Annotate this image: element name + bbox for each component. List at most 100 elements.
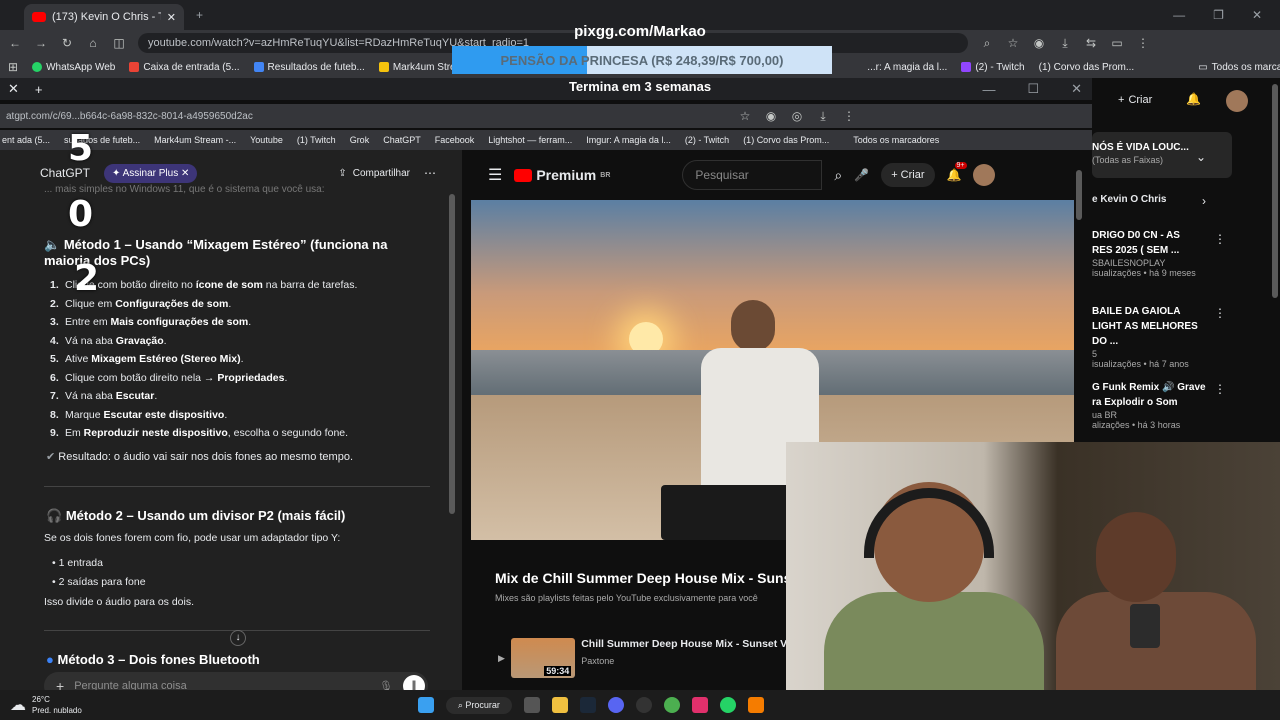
bookmark-mark4um[interactable]: Mark4um Stream -... (154, 135, 236, 145)
bookmark-corvo[interactable]: (1) Corvo das Prom... (743, 135, 829, 145)
mix-title[interactable]: Mix de Chill Summer Deep House Mix - Sun… (495, 570, 804, 586)
reload-icon[interactable]: ↻ (60, 36, 74, 50)
minimize-icon[interactable]: — (1173, 8, 1185, 22)
url-field[interactable]: atgpt.com/c/69...b664c-6a98-832c-8014-a4… (6, 111, 726, 122)
bookmark-chatgpt[interactable]: ChatGPT (383, 135, 421, 145)
chat-scrollbar[interactable] (449, 194, 455, 514)
apps-icon[interactable]: ⊞ (8, 60, 18, 74)
playlist-item[interactable]: ▶ 59:34 Chill Summer Deep House Mix - Su… (498, 638, 808, 678)
more-options-icon[interactable]: ⋯ (424, 166, 436, 180)
maximize-icon[interactable]: ☐ (1027, 81, 1039, 97)
window-close-icon[interactable]: ✕ (8, 81, 19, 97)
task-view-icon[interactable] (523, 697, 540, 713)
close-icon[interactable]: ✕ (167, 11, 176, 24)
bookmark-imgur[interactable]: Imgur: A magia da l... (586, 135, 671, 145)
avatar[interactable] (973, 164, 996, 186)
bookmark-twitch[interactable]: (1) Twitch (297, 135, 336, 145)
outer-scrollbar[interactable] (1272, 84, 1278, 298)
scroll-down-icon[interactable]: ↓ (230, 630, 246, 646)
bookmark-corvo[interactable]: (1) Corvo das Prom... (1039, 62, 1135, 73)
steam-icon[interactable] (579, 697, 596, 713)
back-icon[interactable]: ← (8, 36, 22, 50)
bookmark-all[interactable]: ▭Todos os marcadores (1198, 62, 1280, 73)
streamer-person (824, 482, 1044, 690)
taskbar-search[interactable]: ⌕ Procurar (445, 696, 512, 714)
youtube-logo[interactable]: Premium BR (514, 167, 610, 183)
maximize-icon[interactable]: ❐ (1213, 8, 1224, 22)
new-tab-icon[interactable]: + (35, 82, 43, 97)
extension-icon[interactable]: ◉ (1032, 36, 1046, 50)
instagram-icon[interactable] (691, 697, 708, 713)
inner-bookmarks-bar: ent ada (5... sultados de futeb... Mark4… (0, 130, 1092, 150)
cast-icon[interactable]: ▭ (1110, 36, 1124, 50)
app-icon[interactable] (635, 697, 652, 713)
create-button[interactable]: + Criar (1118, 94, 1152, 106)
create-button[interactable]: + Criar (881, 163, 935, 187)
chip-kevin[interactable]: e Kevin O Chris (1092, 194, 1166, 205)
related-video[interactable]: G Funk Remix 🔊 Grave ra Explodir o Som u… (1092, 380, 1212, 430)
bookmark-twitch-2[interactable]: (2) - Twitch (685, 135, 729, 145)
bookmark-whatsapp[interactable]: WhatsApp Web (32, 62, 115, 73)
window-close-icon[interactable]: ✕ (1071, 81, 1082, 97)
bookmark-futebol[interactable]: Resultados de futeb... (253, 62, 365, 73)
related-video[interactable]: BAILE DA GAIOLA LIGHT AS MELHORES DO ...… (1092, 304, 1202, 369)
forward-icon[interactable]: → (34, 36, 48, 50)
bookmark-all[interactable]: Todos os marcadores (853, 135, 939, 145)
extension-icon[interactable]: ◉ (764, 109, 778, 123)
download-icon[interactable]: ⤓ (1058, 36, 1072, 51)
more-options-icon[interactable]: ⋮ (1214, 382, 1226, 396)
whatsapp-icon[interactable] (719, 697, 736, 713)
list-item: 7. Vá na aba Escutar. (50, 390, 158, 402)
goal-countdown: Termina em 3 semanas (568, 79, 712, 94)
discord-icon[interactable] (607, 697, 624, 713)
bookmark-twitch[interactable]: (2) - Twitch (961, 62, 1025, 73)
weather-widget[interactable]: ☁ 26°C Pred. nublado (10, 694, 82, 716)
download-icon[interactable]: ⤓ (816, 109, 830, 124)
browser-tab[interactable]: (173) Kevin O Chris - Tamborzã ✕ (24, 4, 184, 30)
bookmark-lightshot[interactable]: Lightshot — ferram... (488, 135, 572, 145)
bookmark-gmail[interactable]: ent ada (5... (2, 135, 50, 145)
hamburger-menu-icon[interactable]: ☰ (488, 165, 502, 185)
chrome-icon[interactable] (663, 697, 680, 713)
chevron-right-icon[interactable]: › (1202, 194, 1206, 208)
more-options-icon[interactable]: ⋮ (1214, 306, 1226, 320)
extension-icon[interactable]: ◎ (790, 109, 804, 123)
windows-start-icon[interactable] (417, 697, 434, 713)
minimize-icon[interactable]: — (982, 82, 995, 97)
youtube-scrollbar[interactable] (1076, 170, 1082, 220)
star-icon[interactable]: ☆ (1006, 36, 1020, 50)
bookmark-gmail[interactable]: Caixa de entrada (5... (129, 62, 240, 73)
microphone-icon[interactable]: 🎤 (854, 168, 869, 182)
headset (864, 488, 994, 558)
file-explorer-icon[interactable] (551, 697, 568, 713)
assinar-plus-button[interactable]: ✦ Assinar Plus ✕ (104, 163, 198, 183)
notifications-icon[interactable]: 🔔 9+ (947, 162, 967, 182)
search-input[interactable]: Pesquisar (682, 160, 823, 190)
search-icon[interactable]: ⌕ (834, 167, 842, 184)
chevron-down-icon[interactable]: ⌄ (1196, 150, 1206, 164)
notifications-icon[interactable]: 🔔 (1186, 92, 1201, 106)
bookmark-imgur[interactable]: ...r: A magia da l... (867, 62, 947, 73)
window-close-icon[interactable]: ✕ (1252, 8, 1262, 22)
bookmark-grok[interactable]: Grok (350, 135, 370, 145)
home-icon[interactable]: ⌂ (86, 36, 100, 50)
track-duration: 59:34 (544, 666, 572, 676)
app-icon[interactable] (747, 697, 764, 713)
menu-icon[interactable]: ⋮ (1136, 36, 1150, 50)
zoom-icon[interactable]: ⌕ (980, 36, 994, 51)
playlist-banner[interactable]: NÓS É VIDA LOUC... (Todas as Faixas) (1092, 132, 1232, 178)
star-icon[interactable]: ☆ (738, 109, 752, 123)
play-indicator-icon: ▶ (498, 653, 505, 663)
track-thumbnail: 59:34 (510, 638, 576, 678)
avatar[interactable] (1226, 90, 1248, 112)
split-view-icon[interactable]: ◫ (112, 36, 126, 50)
more-options-icon[interactable]: ⋮ (1214, 232, 1226, 246)
list-item: 1. Clique com botão direito no ícone de s… (50, 279, 358, 291)
bookmark-youtube[interactable]: Youtube (250, 135, 283, 145)
bookmark-facebook[interactable]: Facebook (435, 135, 475, 145)
new-tab-icon[interactable]: + (196, 8, 203, 22)
menu-icon[interactable]: ⋮ (842, 109, 856, 123)
share-button[interactable]: ⇪ Compartilhar (338, 168, 410, 179)
translate-icon[interactable]: ⇆ (1084, 36, 1098, 50)
related-video[interactable]: DRIGO D0 CN - AS RES 2025 ( SEM ... SBAI… (1092, 228, 1202, 278)
